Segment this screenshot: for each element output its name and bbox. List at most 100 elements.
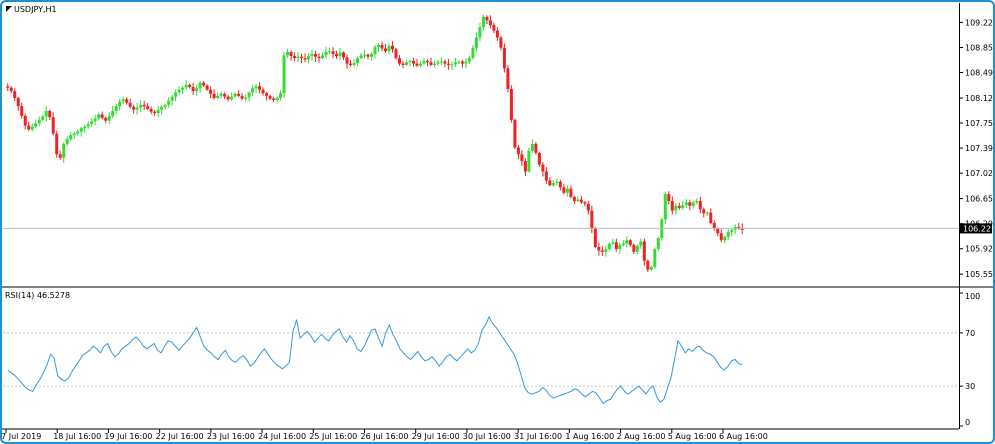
candle-body: [265, 93, 269, 96]
candle-body: [181, 87, 185, 90]
candle-body: [586, 203, 590, 211]
candle-body: [583, 202, 587, 204]
time-tick-label: 2 Aug 16:00: [617, 432, 666, 441]
time-tick-label: 26 Jul 16:00: [361, 432, 409, 441]
candle-body: [726, 231, 730, 237]
candle-body: [429, 62, 433, 65]
candle-body: [492, 25, 496, 31]
rsi-line: [7, 315, 743, 405]
candle-body: [555, 181, 559, 184]
candle-body: [572, 196, 576, 201]
candle-body: [233, 93, 237, 97]
candle-body: [160, 106, 164, 110]
candle-body: [593, 228, 597, 248]
candle-body: [439, 61, 443, 63]
candle-body: [13, 91, 17, 98]
time-tick-label: 29 Jul 16:00: [412, 432, 460, 441]
candle-body: [544, 171, 548, 181]
candle-body: [460, 61, 464, 64]
rsi-pane: RSI(14) 46.5278 100 70 30 0: [3, 291, 980, 427]
price-tick-label: 108.855: [965, 43, 993, 52]
candle-body: [342, 52, 346, 58]
candle-body: [244, 97, 248, 99]
candle-body: [383, 48, 387, 52]
chart-window: 109.220 108.855 108.490 108.120 107.755 107.3…: [0, 0, 995, 444]
time-tick-label: 18 Jul 16:00: [53, 432, 101, 441]
candle-body: [205, 85, 209, 90]
candle-body: [90, 121, 94, 125]
candle-body: [436, 62, 440, 64]
rsi-tick-label: 0: [965, 418, 970, 427]
candle-body: [268, 95, 272, 99]
candle-body: [307, 56, 311, 60]
candle-body: [125, 99, 129, 103]
candle-body: [121, 99, 125, 102]
candle-body: [149, 108, 153, 112]
candle-body: [104, 117, 108, 121]
candle-body: [55, 133, 59, 155]
candle-body: [331, 51, 335, 54]
time-tick-label: 23 Jul 16:00: [207, 432, 255, 441]
symbol-title: USDJPY,H1: [14, 5, 57, 14]
candle-body: [527, 150, 531, 172]
candle-body: [254, 86, 258, 89]
candle-body: [408, 60, 412, 63]
candle-body: [488, 20, 492, 26]
candle-body: [359, 55, 363, 59]
candle-body: [258, 86, 262, 90]
price-tick-label: 109.220: [965, 18, 993, 27]
candle-body: [16, 97, 20, 107]
candle-body: [618, 244, 622, 250]
rsi-levels: [3, 332, 959, 387]
candle-body: [356, 58, 360, 63]
candle-body: [614, 242, 618, 250]
candle-body: [653, 249, 657, 267]
candle-body: [146, 106, 150, 109]
candle-body: [314, 53, 318, 57]
candle-body: [296, 56, 300, 59]
candle-body: [293, 56, 297, 59]
candle-body: [338, 52, 342, 57]
candle-body: [303, 58, 307, 60]
candle-body: [646, 260, 650, 270]
candle-body: [702, 209, 706, 214]
candle-body: [495, 30, 499, 38]
candle-body: [688, 202, 692, 206]
candle-body: [114, 106, 118, 111]
candle-body: [139, 104, 143, 108]
candle-body: [373, 47, 377, 54]
candle-body: [478, 27, 482, 38]
price-tick-label: 108.490: [965, 69, 993, 78]
candle-body: [9, 87, 13, 92]
candle-body: [363, 54, 367, 56]
price-tick-label: 105.555: [965, 270, 993, 279]
candle-body: [625, 240, 629, 244]
time-tick-label: 25 Jul 16:00: [309, 432, 357, 441]
candle-body: [607, 243, 611, 250]
candle-body: [681, 205, 685, 208]
candle-body: [282, 55, 286, 94]
candle-body: [237, 93, 241, 96]
candle-body: [709, 212, 713, 223]
chart-canvas: 109.220 108.855 108.490 108.120 107.755 107.3…: [2, 3, 993, 441]
candle-body: [698, 200, 702, 210]
candle-body: [534, 143, 538, 153]
candle-body: [289, 51, 293, 57]
candle-body: [600, 250, 604, 252]
candle-body: [548, 180, 552, 186]
candle-body: [509, 89, 513, 120]
candle-body: [209, 89, 213, 94]
candle-body: [184, 84, 188, 88]
candle-body: [422, 60, 426, 64]
rsi-tick-label: 30: [965, 382, 975, 391]
candle-body: [453, 62, 457, 65]
price-tick-label: 106.655: [965, 195, 993, 204]
candle-body: [628, 240, 632, 245]
candle-body: [404, 62, 408, 65]
candle-body: [649, 266, 653, 270]
time-tick-label: 1 Aug 16:00: [565, 432, 614, 441]
candle-body: [730, 229, 734, 232]
time-tick-label: 17 Jul 2019: [2, 432, 41, 441]
candle-body: [72, 133, 76, 136]
candle-body: [590, 210, 594, 229]
